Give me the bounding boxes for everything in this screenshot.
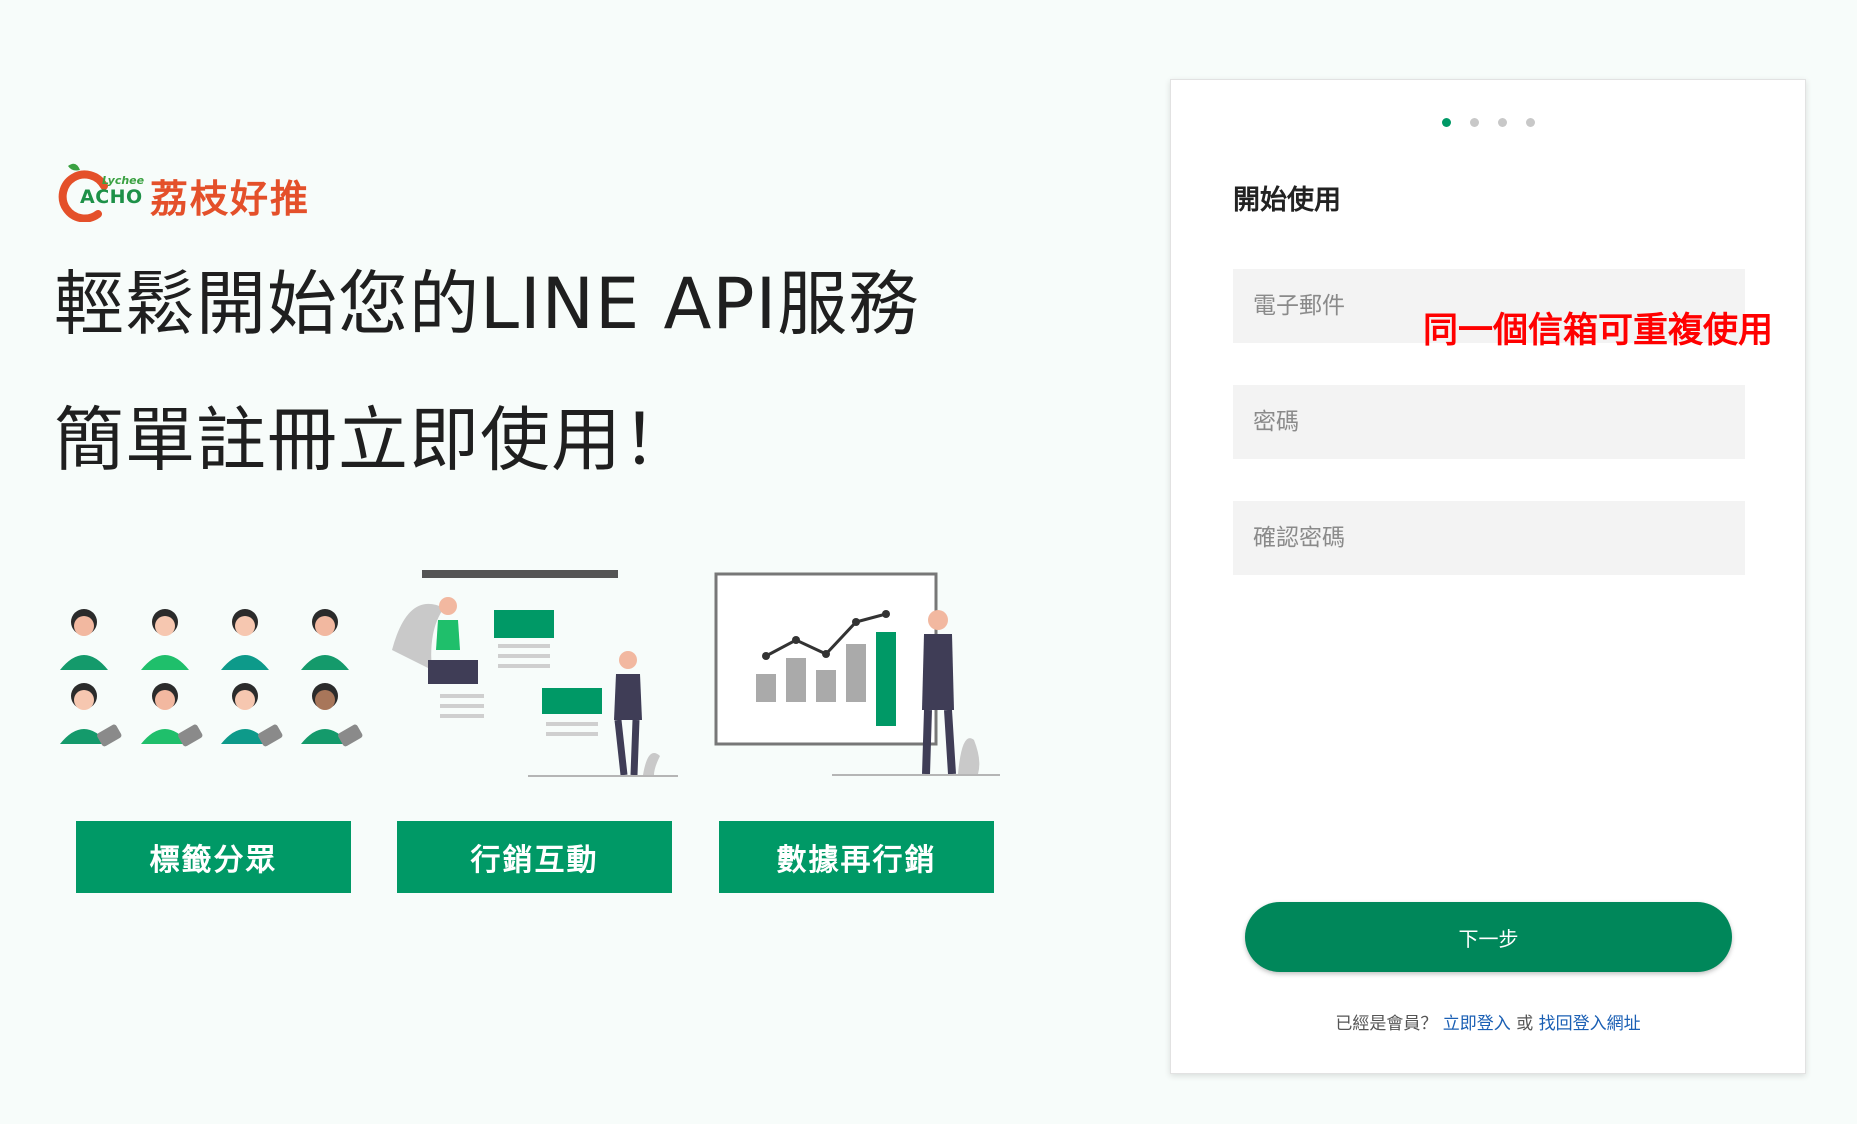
feature-data-remarketing[interactable]: 數據再行銷	[719, 821, 994, 893]
login-link[interactable]: 立即登入	[1443, 1014, 1511, 1034]
person-tag-icon	[60, 683, 122, 747]
feature-tag-segmentation[interactable]: 標籤分眾	[76, 821, 351, 893]
person-tag-icon	[221, 683, 283, 747]
step-dot-4	[1526, 118, 1535, 127]
audience-segment-illustration	[60, 609, 363, 747]
person-icon	[301, 609, 349, 670]
logo-brand-name: 荔枝好推	[150, 177, 311, 221]
step-dot-3	[1498, 118, 1507, 127]
person-tag-icon	[141, 683, 203, 747]
next-step-button[interactable]: 下一步	[1245, 902, 1732, 972]
headline-line2: 簡單註冊立即使用！	[54, 399, 693, 481]
feature-marketing-interaction[interactable]: 行銷互動	[397, 821, 672, 893]
marketing-interaction-illustration	[392, 570, 678, 777]
password-field[interactable]	[1233, 385, 1745, 459]
headline-line1: 輕鬆開始您的LINE API服務	[54, 263, 920, 345]
or-text: 或	[1516, 1014, 1534, 1034]
signup-card: 開始使用 同一個信箱可重複使用 下一步 已經是會員？ 立即登入 或 找回登入網址	[1170, 79, 1806, 1074]
step-dot-1	[1442, 118, 1451, 127]
step-indicator	[1442, 118, 1535, 127]
login-prompt: 已經是會員？ 立即登入 或 找回登入網址	[1171, 1009, 1805, 1034]
person-icon	[141, 609, 189, 670]
email-reuse-annotation: 同一個信箱可重複使用	[1423, 311, 1774, 351]
confirm-password-field[interactable]	[1233, 501, 1745, 575]
signup-title: 開始使用	[1233, 185, 1341, 216]
step-dot-2	[1470, 118, 1479, 127]
brand-logo: Lychee ACHO 荔枝好推	[58, 160, 320, 222]
person-icon	[60, 609, 108, 670]
recover-url-link[interactable]: 找回登入網址	[1539, 1014, 1641, 1034]
person-icon	[221, 609, 269, 670]
already-member-text: 已經是會員？	[1335, 1014, 1438, 1034]
person-tag-icon	[301, 683, 363, 747]
logo-acho-text: ACHO	[80, 186, 143, 208]
data-remarketing-illustration	[714, 572, 1000, 776]
